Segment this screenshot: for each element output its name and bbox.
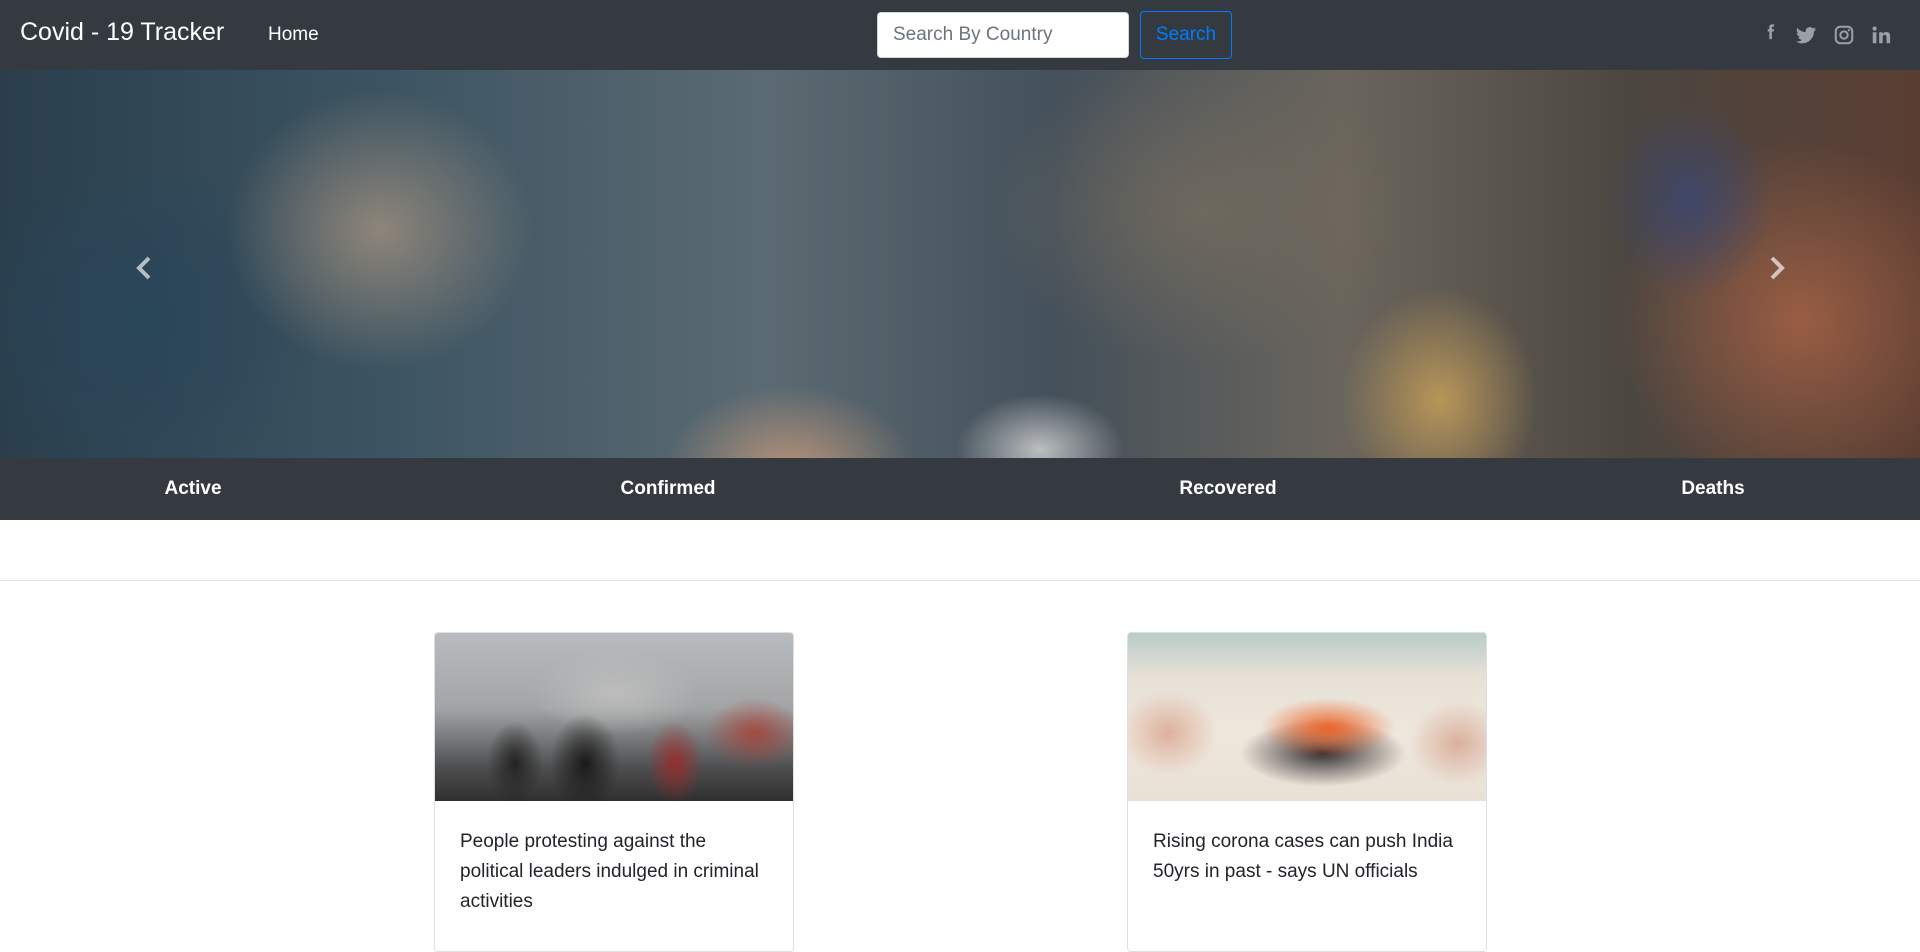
news-image <box>1128 633 1486 801</box>
facebook-icon[interactable] <box>1760 24 1782 46</box>
stats-bar: Active Confirmed Recovered Deaths <box>0 458 1920 520</box>
chevron-left-icon[interactable] <box>125 248 165 288</box>
nav-link-home[interactable]: Home <box>268 24 319 46</box>
top-navbar: Covid - 19 Tracker Home Search <box>0 0 1920 70</box>
twitter-icon[interactable] <box>1795 24 1817 46</box>
stat-recovered-label: Recovered <box>1179 478 1277 499</box>
instagram-icon[interactable] <box>1833 24 1855 46</box>
stat-active-label: Active <box>164 478 222 499</box>
stat-confirmed-label: Confirmed <box>620 478 716 499</box>
search-button[interactable]: Search <box>1140 11 1232 59</box>
section-divider <box>0 580 1920 581</box>
linkedin-icon[interactable] <box>1870 24 1892 46</box>
news-card[interactable]: People protesting against the political … <box>434 632 794 952</box>
news-card-text: Rising corona cases can push India 50yrs… <box>1153 831 1453 882</box>
news-image <box>435 633 793 801</box>
search-input[interactable] <box>877 12 1129 58</box>
chevron-right-icon[interactable] <box>1756 248 1796 288</box>
brand-title[interactable]: Covid - 19 Tracker <box>20 18 224 47</box>
news-card[interactable]: Rising corona cases can push India 50yrs… <box>1127 632 1487 952</box>
hero-carousel <box>0 70 1920 458</box>
news-card-text: People protesting against the political … <box>460 831 759 912</box>
stat-deaths-label: Deaths <box>1681 478 1745 499</box>
